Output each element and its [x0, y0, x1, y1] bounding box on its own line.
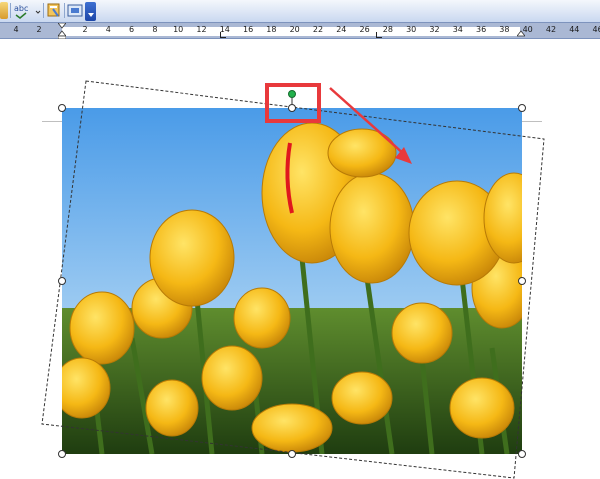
resize-handle-top-right[interactable]	[518, 104, 526, 112]
resize-handle-bottom[interactable]	[288, 450, 296, 458]
arrow-shaft	[329, 87, 406, 156]
resize-handle-left[interactable]	[58, 277, 66, 285]
resize-handle-right[interactable]	[518, 277, 526, 285]
resize-handle-top[interactable]	[288, 104, 296, 112]
rotated-frame-outline	[41, 80, 545, 479]
resize-handle-bottom-right[interactable]	[518, 450, 526, 458]
rotate-handle-callout	[265, 83, 321, 123]
resize-handle-top-left[interactable]	[58, 104, 66, 112]
selection-overlay	[41, 80, 545, 479]
rotate-handle-icon[interactable]	[288, 90, 296, 98]
resize-handle-bottom-left[interactable]	[58, 450, 66, 458]
